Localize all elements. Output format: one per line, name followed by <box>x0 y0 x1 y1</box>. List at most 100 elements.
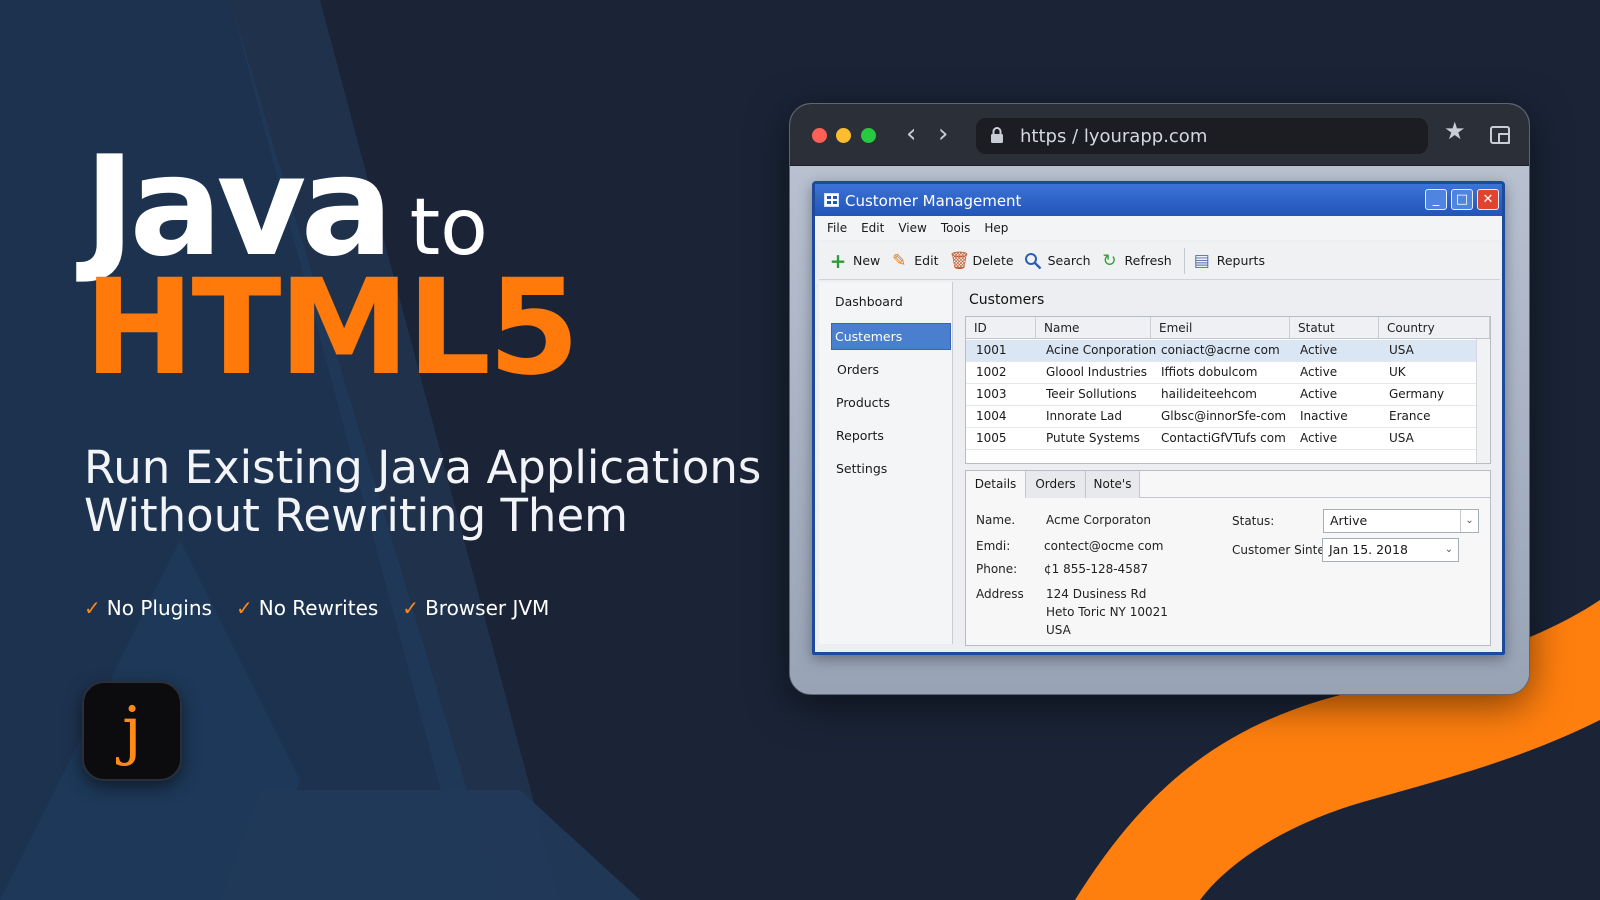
delete-button[interactable]: 🗑 Delete <box>948 252 1013 270</box>
customer-since-label: Customer Sinte <box>1232 543 1325 557</box>
cell-country: Germany <box>1389 387 1445 401</box>
refresh-button[interactable]: ↻ Refresh <box>1101 250 1171 271</box>
new-button[interactable]: + New <box>829 248 881 273</box>
tab-orders[interactable]: Orders <box>1026 471 1086 498</box>
sidebar-item-reports[interactable]: Reports <box>836 428 884 443</box>
column-header-country[interactable]: Country <box>1379 317 1490 339</box>
plus-icon: + <box>829 248 847 273</box>
window-title: Customer Management <box>845 192 1022 210</box>
column-header-name[interactable]: Name <box>1036 317 1151 339</box>
cell-status: Inactive <box>1300 409 1348 423</box>
tab-strip-line <box>1140 497 1490 498</box>
details-panel: Details Orders Note's Name. Acme Corpora… <box>965 470 1491 646</box>
maximize-dot-icon[interactable] <box>861 128 876 143</box>
sidebar-item-orders[interactable]: Orders <box>837 362 879 377</box>
table-row[interactable]: 1002 Gloool Industries Iffiots dobulcom … <box>966 362 1476 384</box>
feature-label: No Plugins <box>106 596 212 620</box>
app-window: Customer Management _ □ ✕ File Edit View… <box>812 181 1505 655</box>
menu-bar: File Edit View Toois Hep <box>815 216 1502 240</box>
cell-name: Putute Systems <box>1046 431 1140 445</box>
feature-item: ✓ No Plugins <box>84 596 212 620</box>
browser-toolbar: ‹ › https / lyourapp.com ★ <box>790 104 1529 166</box>
tabs-icon[interactable] <box>1490 126 1510 144</box>
customer-since-picker[interactable]: Jan 15. 2018 ⌄ <box>1322 538 1459 562</box>
delete-label: Delete <box>972 253 1014 268</box>
chevron-down-icon: ⌄ <box>1444 544 1454 555</box>
close-button[interactable]: ✕ <box>1477 189 1499 210</box>
feature-item: ✓ No Rewrites <box>236 596 378 620</box>
search-button[interactable]: Search <box>1024 252 1091 270</box>
lock-icon <box>991 127 1003 143</box>
tab-details[interactable]: Details <box>966 471 1026 498</box>
address-label: Address <box>976 587 1024 601</box>
cell-status: Active <box>1300 431 1338 445</box>
table-scrollbar[interactable] <box>1476 339 1490 463</box>
panel-title: Customers <box>969 292 1045 308</box>
menu-help[interactable]: Hep <box>984 221 1008 235</box>
cell-country: Erance <box>1389 409 1431 423</box>
table-row[interactable]: 1003 Teeir Sollutions hailideiteehcom Ac… <box>966 384 1476 406</box>
feature-list: ✓ No Plugins ✓ No Rewrites ✓ Browser JVM <box>84 596 549 620</box>
new-label: New <box>853 253 881 268</box>
window-titlebar[interactable]: Customer Management _ □ ✕ <box>815 184 1502 216</box>
toolbar-separator <box>1183 247 1185 274</box>
sidebar-item-products[interactable]: Products <box>836 395 890 410</box>
table-row[interactable]: 1001 Acine Conporation coniact@acrne com… <box>966 340 1476 362</box>
cell-id: 1002 <box>976 365 1007 379</box>
cell-name: Gloool Industries <box>1046 365 1148 379</box>
forward-icon[interactable]: › <box>938 121 948 147</box>
address-line2: Heto Toric NY 10021 <box>1046 605 1168 619</box>
menu-tools[interactable]: Toois <box>941 221 971 235</box>
name-value: Acme Corporaton <box>1046 513 1152 527</box>
table-row[interactable]: 1005 Putute Systems ContactiGfVTufs com … <box>966 428 1476 450</box>
feature-item: ✓ Browser JVM <box>402 596 549 620</box>
window-app-icon <box>824 193 839 207</box>
table-row[interactable]: 1004 Innorate Lad Glbsc@innorSfe-com Ina… <box>966 406 1476 428</box>
cell-email: coniact@acrne com <box>1161 343 1280 357</box>
minimize-dot-icon[interactable] <box>836 128 851 143</box>
check-icon: ✓ <box>235 596 253 620</box>
tab-notes[interactable]: Note's <box>1086 471 1140 498</box>
menu-edit[interactable]: Edit <box>861 221 884 235</box>
star-icon[interactable]: ★ <box>1444 120 1466 144</box>
sidebar-item-settings[interactable]: Settings <box>836 461 887 476</box>
menu-file[interactable]: File <box>827 221 847 235</box>
refresh-icon: ↻ <box>1102 250 1117 271</box>
sidebar-item-customers[interactable]: Custemers <box>835 329 902 344</box>
column-header-id[interactable]: ID <box>966 317 1036 339</box>
reports-button[interactable]: ▤ Repurts <box>1193 252 1265 270</box>
name-label: Name. <box>976 513 1016 527</box>
check-icon: ✓ <box>84 596 101 620</box>
hero-subtitle-line1: Run Existing Java Applications <box>84 441 762 494</box>
column-header-status[interactable]: Statut <box>1290 317 1379 339</box>
back-icon[interactable]: ‹ <box>906 121 916 147</box>
minimize-button[interactable]: _ <box>1425 189 1447 210</box>
cell-country: USA <box>1389 431 1414 445</box>
hero-subtitle-line2: Without Rewriting Them <box>84 489 628 542</box>
report-icon: ▤ <box>1193 250 1210 271</box>
menu-view[interactable]: View <box>898 221 926 235</box>
cell-id: 1001 <box>976 343 1007 357</box>
cell-country: USA <box>1389 343 1414 357</box>
phone-label: Phone: <box>976 562 1018 576</box>
hero-html5-word: HTML5 <box>84 251 580 405</box>
cell-id: 1004 <box>976 409 1007 423</box>
status-select[interactable]: Artive ⌄ <box>1323 509 1479 533</box>
edit-button[interactable]: ✎ Edit <box>890 252 938 270</box>
sidebar-item-dashboard[interactable]: Dashboard <box>835 294 903 309</box>
search-label: Search <box>1047 253 1091 268</box>
status-label: Status: <box>1232 514 1275 528</box>
cell-name: Acine Conporation <box>1046 343 1157 357</box>
hero-subtitle: Run Existing Java Applications Without R… <box>84 444 761 540</box>
cell-email: ContactiGfVTufs com <box>1161 431 1286 445</box>
maximize-button[interactable]: □ <box>1451 189 1473 210</box>
address-line3: USA <box>1046 623 1071 637</box>
cell-status: Active <box>1300 387 1338 401</box>
email-label: Emdi: <box>976 539 1011 553</box>
address-bar[interactable]: https / lyourapp.com <box>976 118 1428 154</box>
column-header-email[interactable]: Emeil <box>1151 317 1290 339</box>
sidebar: Dashboard Custemers Orders Products Repo… <box>819 282 953 644</box>
check-icon: ✓ <box>402 596 420 620</box>
close-dot-icon[interactable] <box>812 128 827 143</box>
feature-label: Browser JVM <box>425 596 550 620</box>
